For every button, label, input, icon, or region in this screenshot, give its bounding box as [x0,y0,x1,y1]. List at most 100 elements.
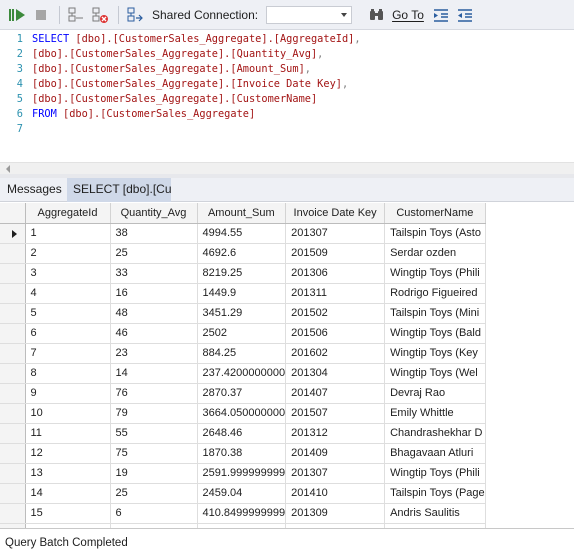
table-cell[interactable]: 201409 [285,443,386,464]
table-cell[interactable]: 76 [110,383,198,404]
row-header[interactable] [0,323,26,344]
table-cell[interactable]: 13 [25,463,111,484]
table-cell[interactable]: Rodrigo Figueired [384,283,486,304]
table-cell[interactable]: 19 [110,463,198,484]
row-header[interactable] [0,443,26,464]
table-cell[interactable]: 201306 [285,263,386,284]
table-row[interactable]: 5 48 3451.29 201502 Tailspin Toys (Mini [0,303,486,324]
table-cell[interactable]: 12 [25,443,111,464]
row-header[interactable] [0,303,26,324]
table-cell[interactable]: 7 [25,343,111,364]
table-cell[interactable]: 237.4200000000 [197,363,287,384]
table-cell[interactable]: Wingtip Toys (Bald [384,323,486,344]
row-header[interactable] [0,283,26,304]
table-cell[interactable]: 11 [25,423,111,444]
table-cell[interactable]: Tailspin Toys (Mini [384,303,486,324]
tab-results[interactable]: SELECT [dbo].[Cu... [67,178,171,202]
table-cell[interactable]: 1449.9 [197,283,287,304]
shared-connection-dropdown[interactable] [266,5,353,24]
table-row[interactable]: 3 33 8219.25 201306 Wingtip Toys (Phili [0,263,486,284]
table-cell[interactable]: 14 [110,363,198,384]
table-cell[interactable]: 4692.6 [197,243,287,264]
table-cell[interactable]: 2648.46 [197,423,287,444]
tab-messages[interactable]: Messages [1,178,68,202]
column-header[interactable]: CustomerName [384,203,486,224]
table-cell[interactable]: 33 [110,263,198,284]
row-header[interactable] [0,463,26,484]
stop-icon[interactable] [30,4,52,26]
table-cell[interactable]: 10 [25,403,111,424]
table-cell[interactable]: Devraj Rao [384,383,486,404]
table-cell[interactable]: 201309 [285,503,386,524]
row-header[interactable] [0,343,26,364]
table-row[interactable]: 9 76 2870.37 201407 Devraj Rao [0,383,486,404]
table-cell[interactable]: 2502 [197,323,287,344]
table-cell[interactable]: 201307 [285,223,386,244]
table-cell[interactable]: 201307 [285,463,386,484]
table-cell[interactable]: Tailspin Toys (Asto [384,223,486,244]
table-cell[interactable]: 6 [25,323,111,344]
table-cell[interactable]: 15 [25,503,111,524]
table-row[interactable]: 6 46 2502 201506 Wingtip Toys (Bald [0,323,486,344]
table-cell[interactable]: 2 [25,243,111,264]
table-cell[interactable]: Wingtip Toys (Wel [384,363,486,384]
table-cell[interactable]: Wingtip Toys (Phili [384,263,486,284]
table-cell[interactable]: 1870.38 [197,443,287,464]
table-row[interactable]: 7 23 884.25 201602 Wingtip Toys (Key [0,343,486,364]
table-cell[interactable]: 79 [110,403,198,424]
table-cell[interactable]: 8 [25,363,111,384]
table-cell[interactable]: 201507 [285,403,386,424]
table-cell[interactable]: 1 [25,223,111,244]
table-cell[interactable]: 201304 [285,363,386,384]
disconnect-icon[interactable] [89,4,111,26]
table-cell[interactable]: 9 [25,383,111,404]
table-cell[interactable]: 2459.04 [197,483,287,504]
table-cell[interactable]: 3451.29 [197,303,287,324]
row-header[interactable] [0,423,26,444]
connect-icon[interactable] [65,4,87,26]
table-cell[interactable]: 23 [110,343,198,364]
table-cell[interactable]: 3 [25,263,111,284]
table-cell[interactable]: 38 [110,223,198,244]
results-grid[interactable]: AggregateId Quantity_Avg Amount_Sum Invoice… [0,203,574,528]
table-cell[interactable]: 25 [110,243,198,264]
row-header[interactable] [0,503,26,524]
table-cell[interactable]: 6 [110,503,198,524]
table-cell[interactable]: 201407 [285,383,386,404]
table-cell[interactable]: 201509 [285,243,386,264]
table-cell[interactable]: Wingtip Toys (Key [384,343,486,364]
table-cell[interactable]: Serdar ozden [384,243,486,264]
table-cell[interactable]: 201311 [285,283,386,304]
table-cell[interactable]: 4 [25,283,111,304]
table-cell[interactable]: Bhagavaan Atluri [384,443,486,464]
table-cell[interactable]: 5 [25,303,111,324]
sql-editor[interactable]: 1 SELECT [dbo].[CustomerSales_Aggregate].… [0,30,574,162]
row-header[interactable] [0,383,26,404]
editor-horizontal-scrollbar[interactable] [0,162,574,174]
table-row[interactable]: 14 25 2459.04 201410 Tailspin Toys (Page [0,483,486,504]
table-cell[interactable]: 884.25 [197,343,287,364]
table-cell[interactable]: 201506 [285,323,386,344]
table-cell[interactable]: 25 [110,483,198,504]
table-row[interactable]: 11 55 2648.46 201312 Chandrashekhar D [0,423,486,444]
column-header[interactable]: AggregateId [25,203,111,224]
row-header[interactable] [0,223,26,244]
row-header[interactable] [0,363,26,384]
column-header[interactable]: Quantity_Avg [110,203,198,224]
execute-icon[interactable] [6,4,28,26]
goto-button[interactable]: Go To [392,8,424,22]
table-row[interactable]: 15 6 410.8499999999 201309 Andris Saulitis [0,503,486,524]
table-cell[interactable]: Chandrashekhar D [384,423,486,444]
table-row[interactable]: 13 19 2591.999999999 201307 Wingtip Toys (Ph… [0,463,486,484]
table-row[interactable]: 1 38 4994.55 201307 Tailspin Toys (Asto [0,223,486,244]
table-cell[interactable]: Emily Whittle [384,403,486,424]
row-header[interactable] [0,483,26,504]
table-cell[interactable]: 3664.050000000 [197,403,287,424]
table-cell[interactable]: 4994.55 [197,223,287,244]
table-row[interactable]: 8 14 237.4200000000 201304 Wingtip Toys (Wel [0,363,486,384]
table-cell[interactable]: 201502 [285,303,386,324]
table-cell[interactable]: 55 [110,423,198,444]
row-header[interactable] [0,403,26,424]
table-cell[interactable]: 201602 [285,343,386,364]
outdent-icon[interactable] [454,4,476,26]
